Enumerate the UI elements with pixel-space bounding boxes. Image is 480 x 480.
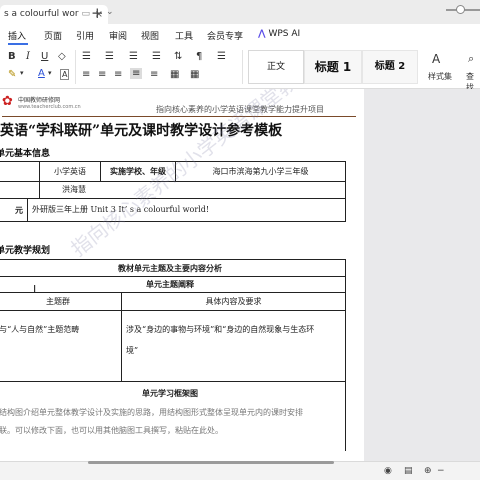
sort-icon[interactable]: ⇅ <box>174 51 182 62</box>
page-view-icon[interactable]: ▤ <box>404 466 413 476</box>
document-canvas[interactable]: ✿ 中国教师研修网 www.teacherclub.com.cn 指向核心素养的… <box>0 89 480 469</box>
table-cell <box>0 161 40 182</box>
table-cell: 涉及“身边的事物与环境”和“身边的自然现象与生态环 境” <box>121 310 346 382</box>
new-tab-button[interactable]: + <box>91 4 104 22</box>
table-cell: 外研版三年上册 Unit 3 It’ s a colourful world! <box>27 198 346 222</box>
align-left-icon[interactable]: ≡ <box>82 69 90 80</box>
style-heading-2[interactable]: 标题 2 <box>362 50 418 84</box>
table-cell: 洪海慧 <box>39 181 346 199</box>
show-marks-icon[interactable]: ¶ <box>196 51 202 62</box>
logo-name: 中国教师研修网 <box>18 97 61 104</box>
tab-list-chevron-icon[interactable]: ⌄ <box>106 7 114 17</box>
eraser-icon[interactable]: ◇ <box>58 51 66 62</box>
align-justify-icon[interactable]: ≡ <box>130 68 143 79</box>
toolbar-divider <box>75 50 76 84</box>
logo-url: www.teacherclub.com.cn <box>18 104 81 110</box>
line-spacing-icon[interactable]: ☰ <box>217 51 226 62</box>
menu-review[interactable]: 审阅 <box>109 29 127 42</box>
highlight-chevron-icon[interactable]: ▾ <box>20 69 24 77</box>
table-cell: 单元主题阐释 <box>0 276 346 293</box>
document-tab-title: s a colourful wor <box>4 9 79 19</box>
numbered-list-icon[interactable]: ☰ <box>105 51 114 62</box>
style-set-button[interactable]: 样式集 <box>428 71 452 82</box>
menu-references[interactable]: 引用 <box>76 29 94 42</box>
table-cell: 元 <box>0 198 28 222</box>
menu-insert[interactable]: 插入 <box>8 29 26 42</box>
active-menu-indicator <box>8 43 28 45</box>
indent-increase-icon[interactable]: ☰ <box>152 51 161 62</box>
style-set-icon[interactable]: A <box>432 52 440 66</box>
italic-icon[interactable]: I <box>26 51 30 62</box>
tab-bar: s a colourful wor ▭ × + ⌄ <box>0 0 480 24</box>
header-rule <box>2 116 356 117</box>
menu-tools[interactable]: 工具 <box>175 29 193 42</box>
hint-line: 联。可以修改下面，也可以用其他脑图工具撰写，粘贴在此处。 <box>0 426 223 435</box>
bullet-list-icon[interactable]: ☰ <box>82 51 91 62</box>
underline-icon[interactable]: U <box>41 51 48 62</box>
find-icon[interactable]: ⌕ <box>468 52 474 66</box>
bold-icon[interactable]: B <box>8 51 16 62</box>
style-heading-1[interactable]: 标题 1 <box>304 50 362 84</box>
table-cell: 单元学习框架图 结构图介绍单元整体教学设计及实施的思路，用结构图形式整体呈现单元… <box>0 381 346 451</box>
highlight-icon[interactable]: ✎ <box>8 69 16 80</box>
menu-page[interactable]: 页面 <box>44 29 62 42</box>
table-cell: 具体内容及要求 <box>121 292 346 311</box>
wps-ai-label: WPS AI <box>268 29 301 39</box>
content-line: 境” <box>126 346 139 355</box>
font-color-chevron-icon[interactable]: ▾ <box>48 69 52 77</box>
font-color-icon[interactable]: A <box>38 68 45 79</box>
horizontal-scrollbar[interactable] <box>88 461 334 464</box>
table-cell: 教材单元主题及主要内容分析 <box>0 259 346 277</box>
shading-icon[interactable]: ▦ <box>170 69 179 80</box>
diagram-title: 单元学习框架图 <box>142 388 198 398</box>
screen: s a colourful wor ▭ × + ⌄ 插入 页面 引用 审阅 视图… <box>0 0 480 480</box>
align-center-icon[interactable]: ≡ <box>98 69 106 80</box>
text-cursor-icon: I <box>33 283 37 296</box>
hint-line: 结构图介绍单元整体教学设计及实施的思路，用结构图形式整体呈现单元内的课时安排 <box>0 408 303 417</box>
style-normal[interactable]: 正文 <box>248 50 304 84</box>
logo-mark-icon: ✿ <box>2 94 13 109</box>
publisher-logo: ✿ 中国教师研修网 www.teacherclub.com.cn <box>2 93 81 115</box>
zoom-out-icon[interactable]: − <box>437 466 445 476</box>
menu-member[interactable]: 会员专享 <box>207 29 243 42</box>
menu-view[interactable]: 视图 <box>141 29 159 42</box>
section-heading-basic-info: 单元基本信息 <box>0 149 51 159</box>
table-cell: 小学英语 <box>39 161 101 182</box>
table-cell: 主题群 <box>0 292 122 311</box>
char-border-icon[interactable]: A <box>60 69 70 80</box>
table-cell: ”与“人与自然”主题范畴 <box>0 310 122 382</box>
borders-icon[interactable]: ▦ <box>190 69 199 80</box>
section-heading-planning: 单元教学规划 <box>0 246 51 256</box>
align-right-icon[interactable]: ≡ <box>114 69 122 80</box>
wps-ai-icon: ⋀ <box>258 29 266 39</box>
wps-ai-button[interactable]: ⋀ WPS AI <box>258 29 300 39</box>
web-view-icon[interactable]: ⊕ <box>424 466 432 476</box>
toolbar-divider <box>242 50 243 84</box>
indent-decrease-icon[interactable]: ☰ <box>129 51 138 62</box>
ribbon-menu-bar: 插入 页面 引用 审阅 视图 工具 会员专享 ⋀ WPS AI <box>0 24 480 46</box>
content-line: 涉及“身边的事物与环境”和“身边的自然现象与生态环 <box>126 325 315 334</box>
document-page[interactable]: ✿ 中国教师研修网 www.teacherclub.com.cn 指向核心素养的… <box>0 89 364 469</box>
zoom-slider-knob[interactable] <box>456 5 465 14</box>
read-mode-icon[interactable]: ◉ <box>384 466 392 476</box>
table-cell <box>0 181 40 199</box>
tab-monitor-icon[interactable]: ▭ <box>81 5 90 24</box>
distribute-icon[interactable]: ≡ <box>150 69 158 80</box>
home-toolbar: B I U ◇ ✎ ▾ A ▾ A ☰ ☰ ☰ ☰ ⇅ ¶ ☰ ≡ ≡ ≡ ≡ … <box>0 46 480 92</box>
